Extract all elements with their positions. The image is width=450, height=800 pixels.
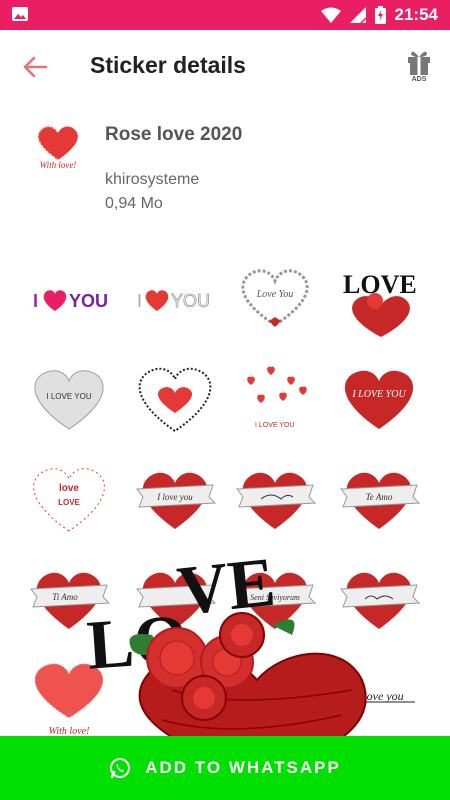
sticker-item[interactable]: I LOVE YOU [25,355,113,443]
svg-text:I LOVE YOU: I LOVE YOU [46,392,91,401]
pack-thumbnail: With love! [37,125,78,170]
sticker-item[interactable] [231,455,319,543]
ads-gift-button[interactable]: ADS [404,46,434,86]
sticker-item[interactable]: I YOU [25,255,113,343]
svg-text:Ti Amo: Ti Amo [52,592,78,602]
svg-text:I LOVE YOU: I LOVE YOU [351,389,406,400]
page-title: Sticker details [90,52,246,78]
pack-size: 0,94 Mo [105,195,163,212]
svg-text:love: love [59,483,79,494]
app-bar: Sticker details ADS [0,30,450,102]
add-to-whatsapp-label: ADD TO WHATSAPP [145,758,341,777]
ads-label: ADS [411,76,427,83]
svg-text:I LOVE YOU: I LOVE YOU [255,422,295,429]
back-arrow-icon[interactable] [20,52,50,82]
sticker-item[interactable]: Te Amo [335,455,423,543]
svg-text:Love You: Love You [256,289,294,300]
signal-icon [349,7,366,23]
svg-text:VE: VE [174,544,279,631]
wifi-icon [320,7,341,23]
sticker-item[interactable]: love LOVE [25,455,113,543]
battery-icon [374,6,386,24]
svg-text:I: I [137,291,142,311]
sticker-item[interactable]: I LOVE YOU [231,355,319,443]
sticker-item[interactable]: I LOVE YOU [335,355,423,443]
status-bar: 21:54 [0,0,450,30]
pack-header: With love! Rose love 2020 khirosysteme 0… [0,102,450,232]
svg-text:I: I [33,291,38,311]
add-to-whatsapp-button[interactable]: ADD TO WHATSAPP [0,736,450,800]
sticker-item[interactable] [131,355,219,443]
svg-text:I love you: I love you [156,492,193,502]
gift-icon [408,51,430,75]
sticker-item[interactable]: I love you [131,455,219,543]
svg-text:YOU: YOU [171,291,210,311]
pack-name: Rose love 2020 [105,124,243,145]
sticker-item[interactable]: Love You [231,255,319,343]
sticker-item[interactable]: I YOU [131,255,219,343]
status-time: 21:54 [394,5,438,24]
pack-author: khirosysteme [105,171,200,188]
sticker-item[interactable]: LOVE [335,255,423,343]
gallery-icon [12,7,28,21]
svg-text:Te Amo: Te Amo [366,492,393,502]
whatsapp-icon [110,758,131,779]
svg-text:YOU: YOU [69,291,108,311]
svg-text:With love!: With love! [40,160,77,170]
svg-text:LOVE: LOVE [58,498,80,507]
